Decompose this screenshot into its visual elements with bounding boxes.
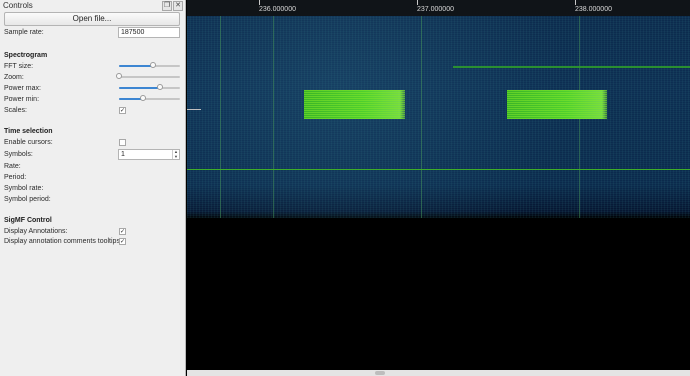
dock-title: Controls <box>3 1 33 10</box>
ruler-tick <box>575 0 576 5</box>
sample-rate-input[interactable]: 187500 <box>118 27 180 38</box>
close-dock-icon[interactable]: ✕ <box>173 1 183 11</box>
zoom-slider[interactable] <box>116 73 180 80</box>
grid-line <box>220 16 221 218</box>
display-tooltips-checkbox[interactable]: ✓ <box>119 238 126 245</box>
symbol-rate-label: Symbol rate: <box>4 185 44 192</box>
signal-burst <box>304 90 405 119</box>
symbols-spinbox[interactable]: 1 ▲ ▼ <box>118 149 180 160</box>
scales-label: Scales: <box>4 107 27 114</box>
dock-title-buttons: ❐ ✕ <box>162 1 183 11</box>
sigmf-heading: SigMF Control <box>4 217 52 224</box>
display-annotations-label: Display Annotations: <box>4 228 68 235</box>
ruler-tick <box>417 0 418 5</box>
slider-fill <box>119 87 160 89</box>
slider-fill <box>119 65 153 67</box>
time-tick-label: 238.000000 <box>575 6 612 13</box>
spectrogram-view[interactable]: 236.000000 237.000000 238.000000 <box>187 0 690 376</box>
scrollbar-thumb[interactable] <box>375 371 385 375</box>
time-tick-label: 237.000000 <box>417 6 454 13</box>
signal-burst <box>507 90 607 119</box>
fft-size-label: FFT size: <box>4 63 34 70</box>
enable-cursors-checkbox[interactable] <box>119 139 126 146</box>
slider-track <box>119 76 180 78</box>
power-min-slider[interactable] <box>119 95 180 102</box>
slider-handle[interactable] <box>116 73 122 79</box>
frequency-marker <box>187 109 201 110</box>
open-file-button[interactable]: Open file... <box>4 12 180 26</box>
display-annotations-checkbox[interactable]: ✓ <box>119 228 126 235</box>
zoom-label: Zoom: <box>4 74 24 81</box>
spectrogram-heading: Spectrogram <box>4 52 48 59</box>
rate-label: Rate: <box>4 163 21 170</box>
time-tick-label: 236.000000 <box>259 6 296 13</box>
spectrogram-noise-floor <box>187 0 690 218</box>
power-max-slider[interactable] <box>119 84 180 91</box>
time-ruler: 236.000000 237.000000 238.000000 <box>187 0 690 16</box>
sample-rate-label: Sample rate: <box>4 29 44 36</box>
slider-handle[interactable] <box>149 62 156 68</box>
grid-line <box>273 16 274 218</box>
scales-checkbox[interactable]: ✓ <box>119 107 126 114</box>
continuous-carrier-signal <box>453 66 690 68</box>
period-label: Period: <box>4 174 27 181</box>
float-dock-icon[interactable]: ❐ <box>162 1 172 11</box>
power-max-label: Power max: <box>4 85 41 92</box>
annotation-line <box>187 169 690 170</box>
horizontal-scrollbar[interactable] <box>187 370 690 376</box>
time-selection-heading: Time selection <box>4 128 53 135</box>
spin-arrows-icon[interactable]: ▲ ▼ <box>172 149 179 159</box>
slider-handle[interactable] <box>156 84 163 90</box>
fft-size-slider[interactable] <box>119 62 180 69</box>
controls-dock: Controls ❐ ✕ Open file... Sample rate: 1… <box>0 0 186 376</box>
slider-handle[interactable] <box>140 95 147 101</box>
ruler-tick <box>259 0 260 5</box>
display-tooltips-label: Display annotation comments tooltips: <box>4 238 122 245</box>
enable-cursors-label: Enable cursors: <box>4 139 53 146</box>
symbols-value: 1 <box>121 151 125 158</box>
symbol-period-label: Symbol period: <box>4 196 51 203</box>
symbols-label: Symbols: <box>4 151 33 158</box>
power-min-label: Power min: <box>4 96 40 103</box>
grid-line <box>421 16 422 218</box>
